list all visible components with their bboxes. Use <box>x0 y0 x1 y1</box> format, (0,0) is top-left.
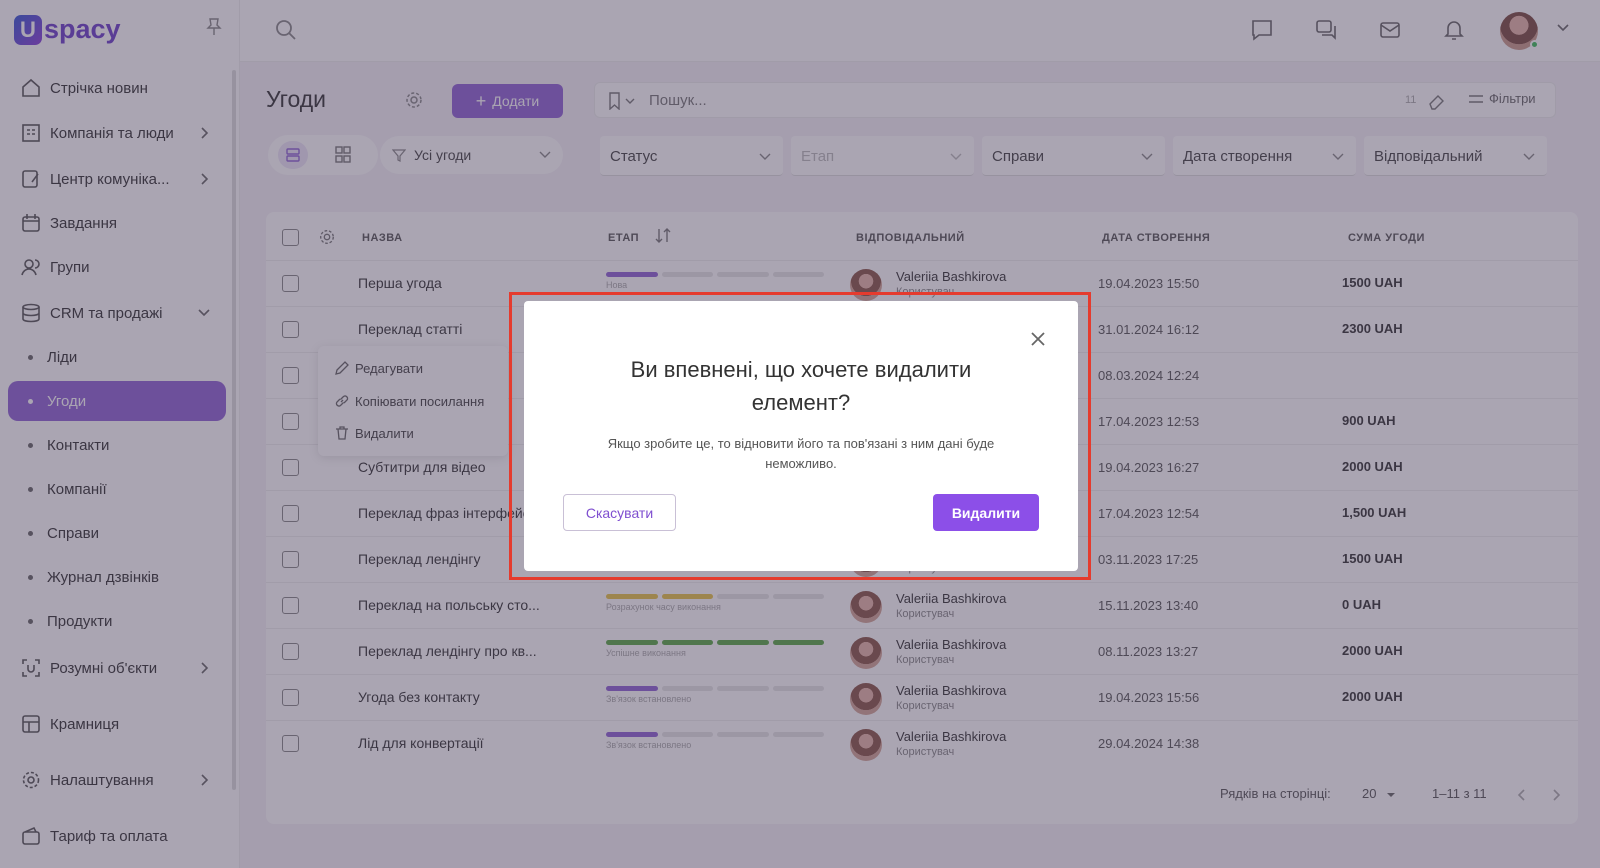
app-root: U spacy Стрічка новин Компанія та люди Ц… <box>0 0 1600 868</box>
delete-confirm-dialog: Ви впевнені, що хочете видалити елемент?… <box>524 301 1078 571</box>
confirm-delete-button[interactable]: Видалити <box>933 494 1039 531</box>
dialog-message: Якщо зробите це, то відновити його та по… <box>607 436 995 471</box>
cancel-button[interactable]: Скасувати <box>563 494 676 531</box>
close-icon[interactable] <box>1029 330 1047 348</box>
dialog-title: Ви впевнені, що хочете видалити елемент? <box>630 357 972 415</box>
